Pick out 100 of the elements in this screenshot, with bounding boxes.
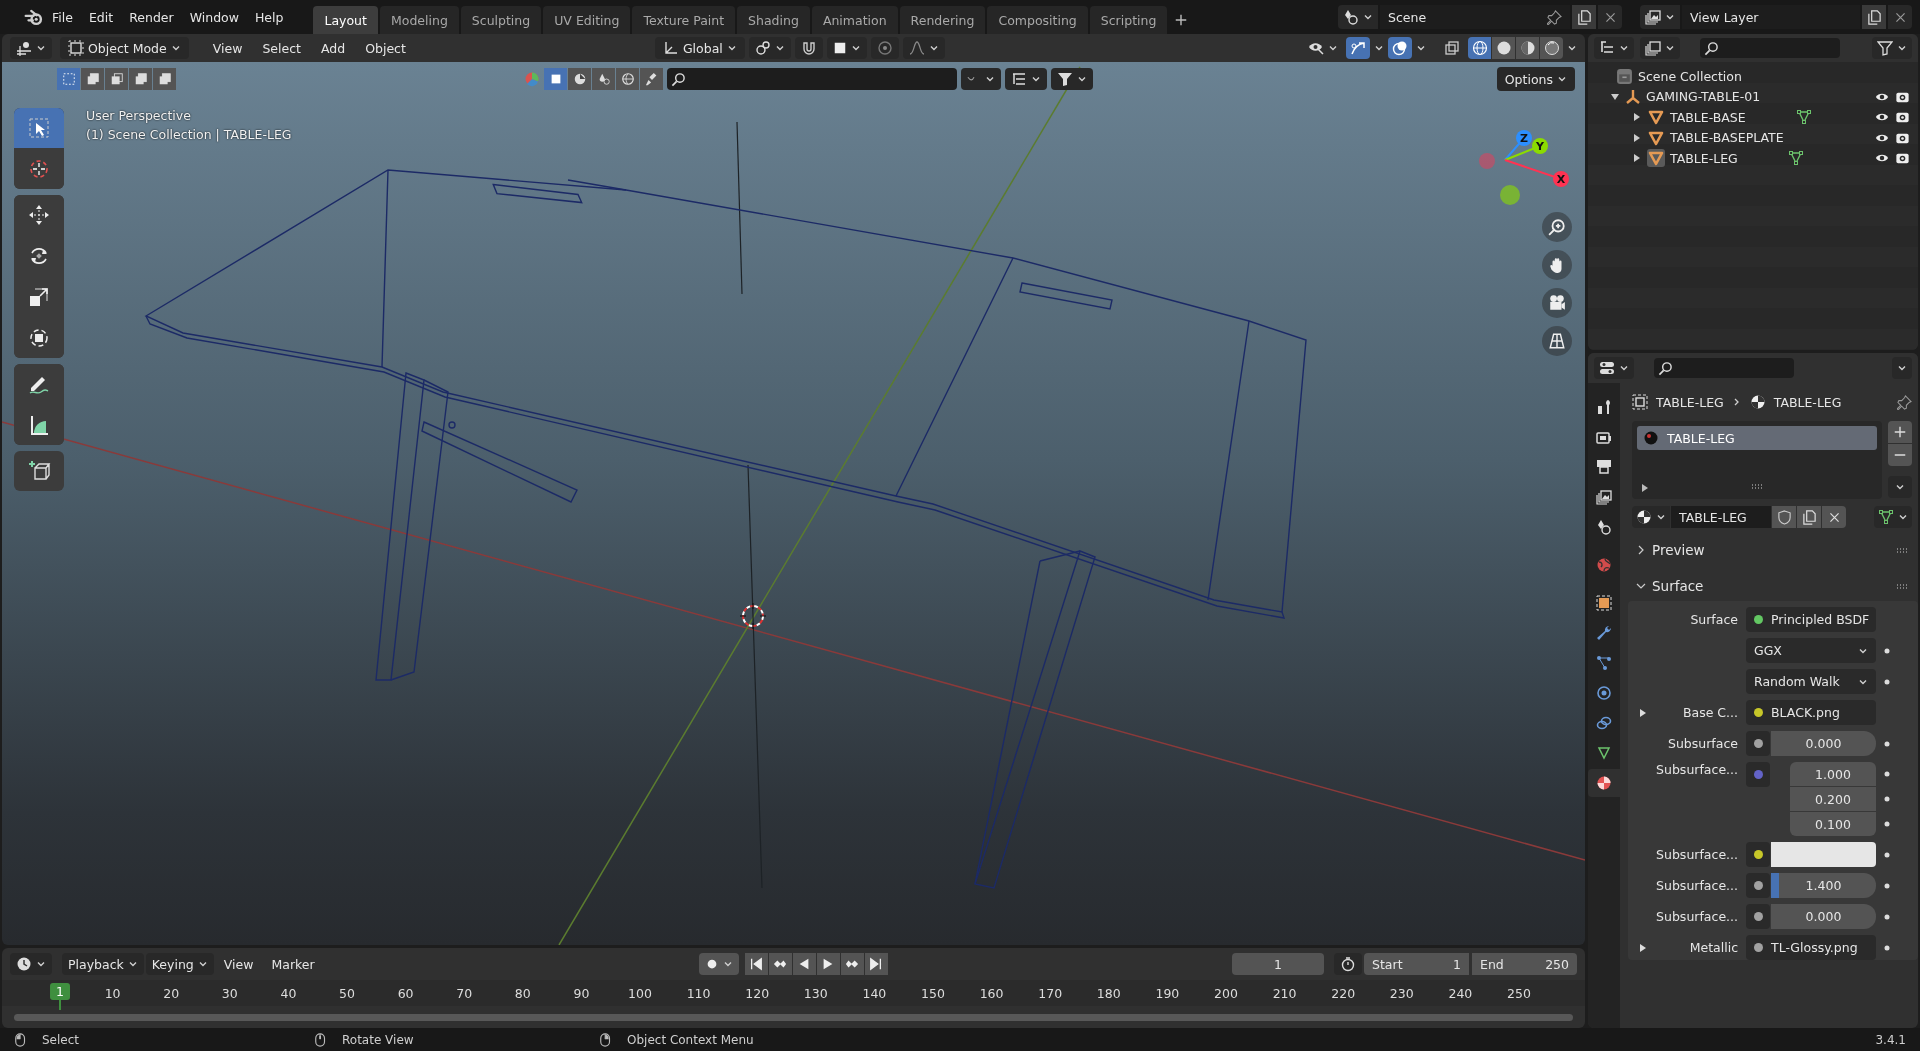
property-label: Subsurface... bbox=[1656, 909, 1738, 924]
linked-input-field[interactable]: BLACK.png bbox=[1746, 700, 1876, 725]
workspace-tab[interactable]: Compositing bbox=[987, 6, 1088, 34]
frame-number: 210 bbox=[1272, 986, 1297, 1001]
frame-number: 10 bbox=[104, 986, 121, 1001]
outliner-item[interactable]: TABLE-LEG bbox=[1670, 150, 1738, 166]
current-frame-field[interactable]: 1 bbox=[1232, 953, 1324, 975]
value-slider[interactable]: 1.400 bbox=[1771, 873, 1876, 898]
scene-field[interactable]: Scene bbox=[1380, 5, 1570, 29]
outliner-item[interactable]: TABLE-BASE bbox=[1670, 109, 1746, 125]
property-label: Surface bbox=[1690, 612, 1738, 627]
frame-number: 20 bbox=[163, 986, 180, 1001]
number-field[interactable]: 0.000 bbox=[1771, 904, 1876, 929]
frame-number: 110 bbox=[686, 986, 711, 1001]
frame-number: 230 bbox=[1389, 986, 1414, 1001]
property-label: Subsurface... bbox=[1656, 878, 1738, 893]
status-hint: Rotate View bbox=[342, 1032, 414, 1047]
menu-item[interactable]: Render bbox=[121, 5, 182, 29]
frame-number: 190 bbox=[1155, 986, 1180, 1001]
frame-number: 30 bbox=[221, 986, 238, 1001]
viewport-info-text: User Perspective bbox=[86, 108, 192, 123]
workspace-tab[interactable]: UV Editing bbox=[543, 6, 631, 34]
start-frame-field[interactable]: Start 1 bbox=[1364, 953, 1469, 975]
frame-number: 150 bbox=[921, 986, 945, 1001]
outliner-item[interactable]: TABLE-BASEPLATE bbox=[1670, 130, 1784, 146]
view-layer-field[interactable]: View Layer bbox=[1682, 5, 1860, 29]
field-label: Start bbox=[1372, 956, 1403, 972]
frame-number: 80 bbox=[514, 986, 531, 1001]
menu-item[interactable]: File bbox=[44, 5, 81, 29]
panel-header[interactable]: Surface bbox=[1632, 571, 1912, 601]
number-field[interactable]: 0.000 bbox=[1771, 731, 1876, 756]
material-name-field[interactable]: TABLE-LEG bbox=[1671, 506, 1771, 528]
linked-input-field[interactable]: Principled BSDF bbox=[1746, 607, 1876, 632]
workspace-tab[interactable]: Shading bbox=[737, 6, 810, 34]
field-label: End bbox=[1480, 956, 1504, 972]
menu-item[interactable]: Edit bbox=[80, 5, 122, 29]
menu-item[interactable]: Object bbox=[357, 37, 414, 59]
panel-header[interactable]: Preview bbox=[1632, 535, 1912, 565]
outliner-item[interactable]: Scene Collection bbox=[1638, 68, 1742, 84]
frame-number: 90 bbox=[573, 986, 590, 1001]
frame-number: 50 bbox=[339, 986, 355, 1001]
property-dropdown[interactable]: Random Walk bbox=[1746, 669, 1876, 694]
property-label: Metallic bbox=[1689, 940, 1738, 955]
workspace-tab[interactable]: Texture Paint bbox=[632, 6, 736, 34]
version-text: 3.4.1 bbox=[1875, 1032, 1906, 1047]
menu-item[interactable]: View bbox=[215, 953, 262, 975]
frame-number: 70 bbox=[456, 986, 473, 1001]
workspace-tab[interactable]: Modeling bbox=[379, 6, 459, 34]
menu-item[interactable]: Window bbox=[181, 5, 247, 29]
field-text: 1 bbox=[1453, 956, 1461, 972]
linked-input-field[interactable]: TL-Glossy.png bbox=[1746, 935, 1876, 960]
frame-number: 250 bbox=[1507, 986, 1531, 1001]
workspace-tab[interactable]: Rendering bbox=[899, 6, 986, 34]
end-frame-field[interactable]: End 250 bbox=[1472, 953, 1577, 975]
menu-item[interactable]: Marker bbox=[263, 953, 323, 975]
current-frame-marker[interactable]: 1 bbox=[49, 983, 70, 1000]
status-hint: Object Context Menu bbox=[627, 1032, 754, 1047]
frame-number: 200 bbox=[1214, 986, 1238, 1001]
workspace-tab[interactable]: Animation bbox=[811, 6, 898, 34]
frame-number: 180 bbox=[1096, 986, 1121, 1001]
property-dropdown[interactable]: GGX bbox=[1746, 638, 1876, 663]
breadcrumb-text: TABLE-LEG bbox=[1773, 394, 1842, 410]
field-text: View Layer bbox=[1690, 9, 1759, 25]
property-label: Base C... bbox=[1682, 705, 1738, 720]
field-text: TABLE-LEG bbox=[1679, 509, 1747, 525]
frame-number: 240 bbox=[1448, 986, 1473, 1001]
axis-label: Z bbox=[1520, 132, 1528, 145]
frame-number: 220 bbox=[1331, 986, 1356, 1001]
menu-item[interactable]: Help bbox=[246, 5, 292, 29]
menu-dropdown[interactable]: Playback bbox=[62, 953, 144, 975]
axis-label: X bbox=[1556, 173, 1566, 186]
property-label: Subsurface... bbox=[1656, 847, 1738, 862]
frame-number: 40 bbox=[280, 986, 297, 1001]
field-text: 250 bbox=[1545, 956, 1569, 972]
workspace-tab[interactable]: Scripting bbox=[1089, 6, 1168, 34]
status-hint: Select bbox=[42, 1032, 80, 1047]
breadcrumb-text: TABLE-LEG bbox=[1656, 394, 1724, 410]
workspace-tab[interactable]: Layout bbox=[313, 6, 378, 34]
vector-component-field[interactable]: 0.200 bbox=[1790, 787, 1876, 811]
vector-component-field[interactable]: 1.000 bbox=[1790, 762, 1876, 786]
menu-item[interactable]: Select bbox=[254, 37, 309, 59]
workspace-tab[interactable]: Sculpting bbox=[460, 6, 542, 34]
axis-label: Y bbox=[1536, 140, 1544, 153]
frame-number: 130 bbox=[803, 986, 828, 1001]
frame-number: 160 bbox=[979, 986, 1004, 1001]
field-text: Scene bbox=[1388, 9, 1427, 25]
menu-item[interactable]: View bbox=[204, 37, 251, 59]
orientation-dropdown[interactable]: Global bbox=[654, 37, 745, 59]
menu-dropdown[interactable]: Keying bbox=[145, 953, 214, 975]
material-slot[interactable]: TABLE-LEG bbox=[1637, 426, 1877, 450]
frame-number: 140 bbox=[862, 986, 887, 1001]
property-label: Subsurface bbox=[1668, 736, 1738, 751]
property-label: Subsurface... bbox=[1656, 762, 1738, 777]
mode-dropdown[interactable]: Object Mode bbox=[60, 37, 189, 59]
frame-number: 170 bbox=[1038, 986, 1063, 1001]
options-dropdown[interactable]: Options bbox=[1496, 67, 1575, 91]
vector-component-field[interactable]: 0.100 bbox=[1790, 812, 1876, 836]
menu-item[interactable]: Add bbox=[313, 37, 354, 59]
outliner-item[interactable]: GAMING-TABLE-01 bbox=[1646, 89, 1761, 105]
frame-number: 100 bbox=[628, 986, 652, 1001]
